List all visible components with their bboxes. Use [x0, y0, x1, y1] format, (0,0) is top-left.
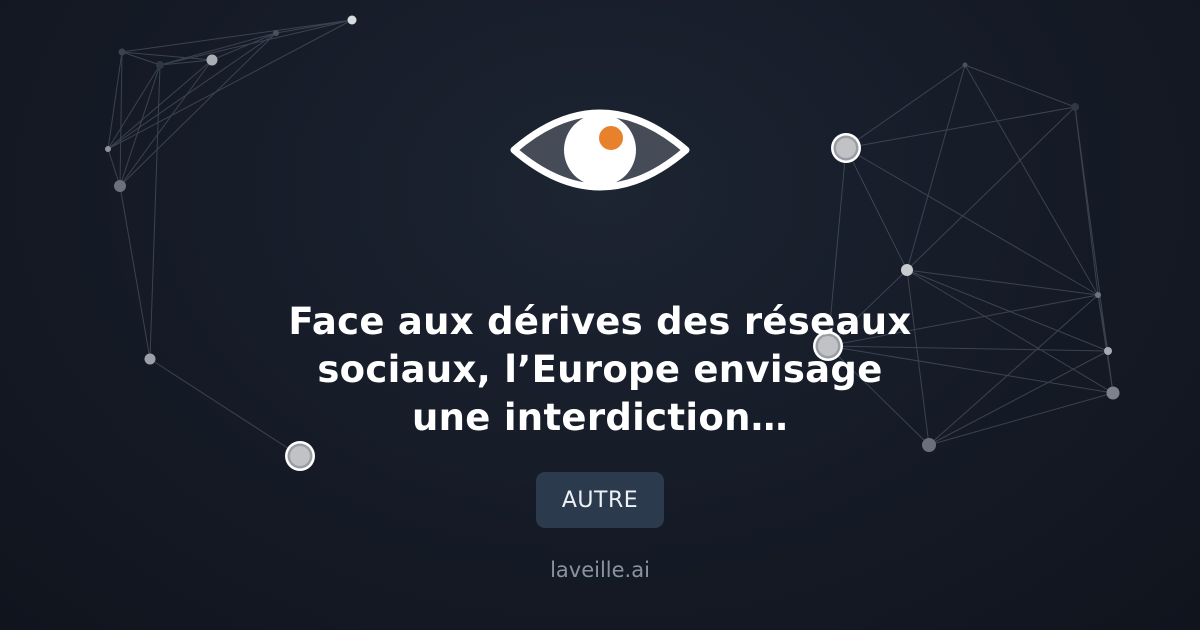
- category-badge[interactable]: AUTRE: [536, 472, 664, 528]
- share-card: Face aux dérives des réseaux sociaux, l’…: [0, 0, 1200, 630]
- article-headline: Face aux dérives des réseaux sociaux, l’…: [288, 300, 912, 439]
- site-domain: laveille.ai: [550, 558, 650, 582]
- category-label: AUTRE: [561, 487, 639, 513]
- eye-icon: [510, 109, 690, 191]
